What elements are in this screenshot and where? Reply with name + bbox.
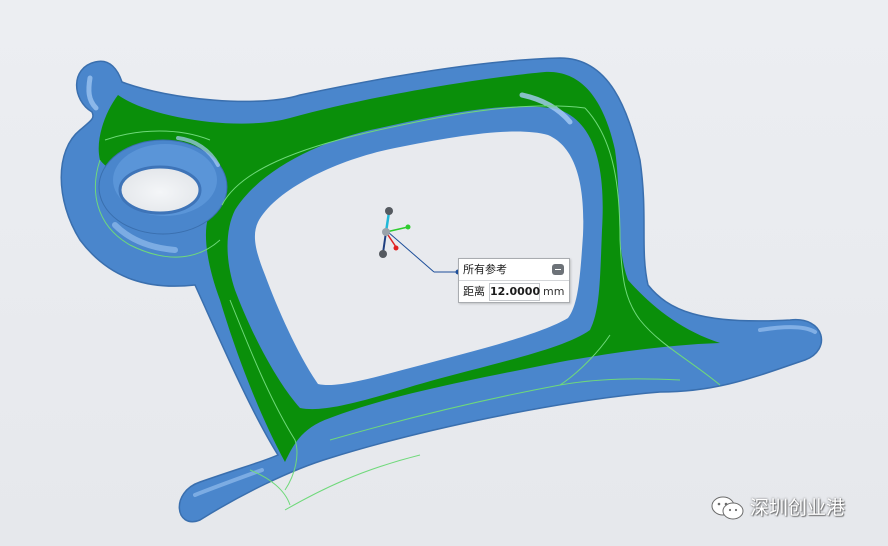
triad-top-handle (385, 207, 393, 215)
triad-bottom-handle (379, 250, 387, 258)
watermark-text: 深圳创业港 (750, 497, 846, 519)
dimension-panel-title: 所有参考 (463, 263, 507, 276)
wechat-icon (711, 496, 744, 520)
distance-value-field[interactable]: 12.0000 (489, 283, 540, 301)
minus-icon[interactable] (552, 264, 564, 275)
distance-unit: mm (543, 285, 565, 298)
triad-origin (382, 228, 390, 236)
triad-x-handle (405, 224, 411, 230)
distance-label: 距离 (463, 285, 485, 298)
triad-z-handle (393, 245, 399, 251)
dimension-panel[interactable]: 所有参考 距离 12.0000 mm (458, 258, 570, 303)
boss-hole (118, 165, 202, 215)
dimension-panel-header: 所有参考 (459, 259, 569, 281)
watermark: 深圳创业港 (710, 494, 870, 522)
distance-row: 距离 12.0000 mm (459, 281, 569, 302)
model-canvas[interactable] (0, 0, 888, 546)
graphics-viewport[interactable]: 所有参考 距离 12.0000 mm 深圳创业港 (0, 0, 888, 546)
